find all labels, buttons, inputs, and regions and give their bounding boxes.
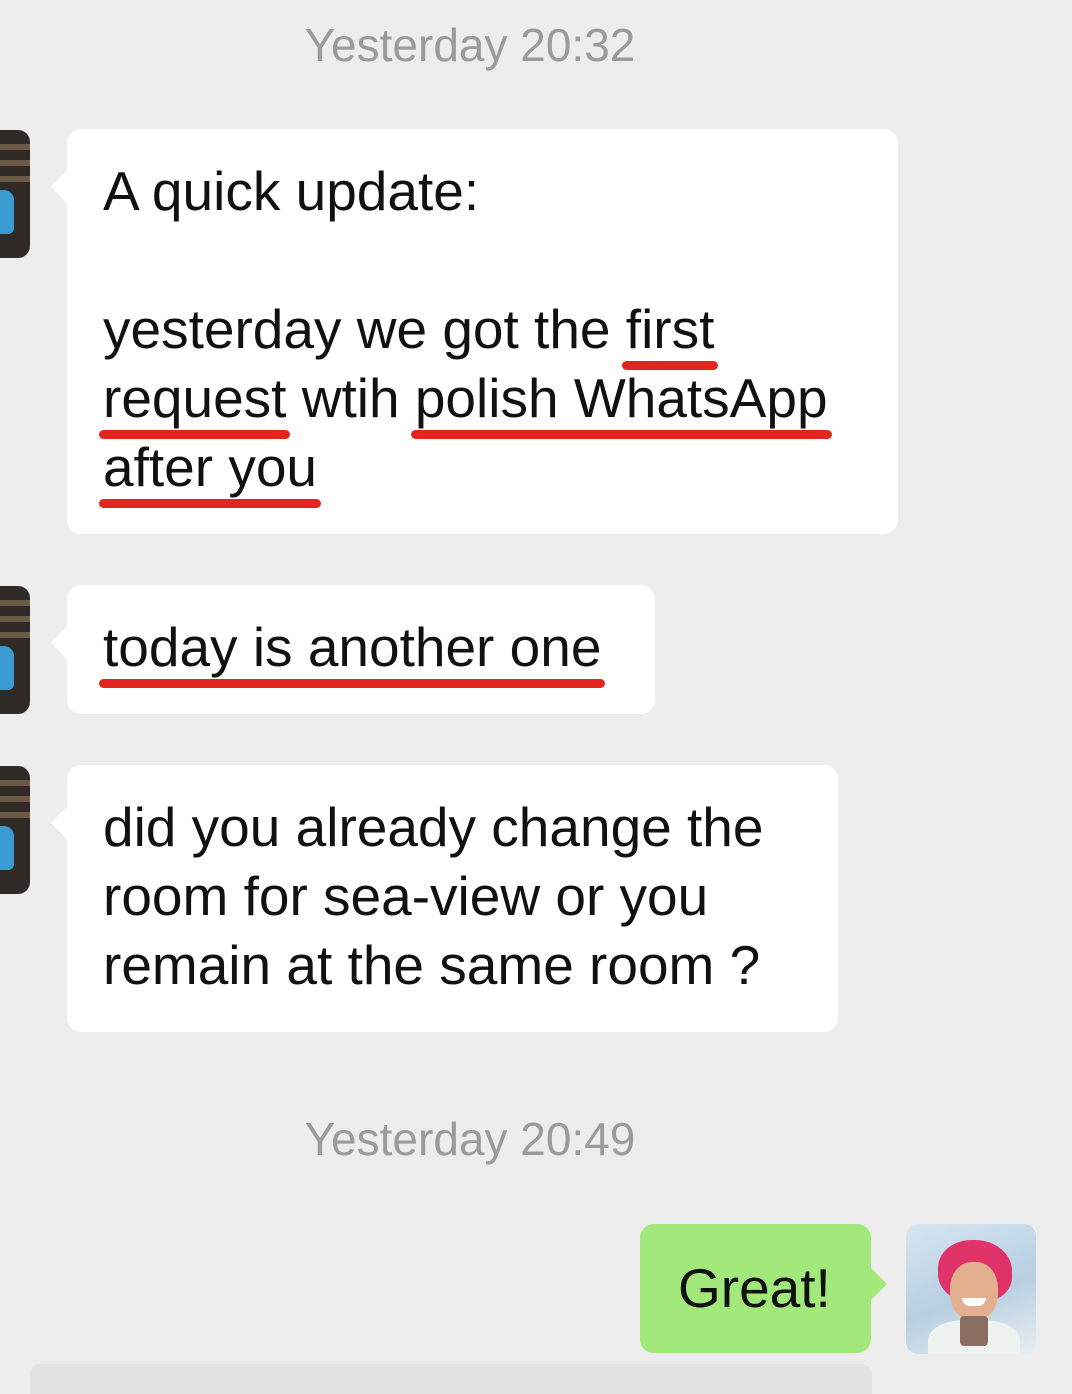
timestamp: Yesterday 20:32 [304,19,636,71]
message-text-line: yesterday we got the first [103,295,862,370]
message-text: wtih [286,367,415,429]
underlined-text: first [621,295,718,370]
underlined-text: polish WhatsApp [410,364,832,439]
underlined-text: after you [98,433,322,508]
underlined-text: request [98,364,291,439]
timestamp: Yesterday 20:49 [304,1113,636,1165]
message-bubble-outgoing[interactable]: Great! [640,1224,887,1353]
message-bubble-incoming[interactable]: did you already change the room for sea-… [51,765,838,1032]
message-bubble-incoming[interactable]: today is another one [51,585,655,714]
contact-avatar-icon[interactable] [0,586,30,714]
next-message-bubble-partial [30,1364,872,1394]
message-bubble-incoming[interactable]: A quick update: yesterday we got the fir… [51,129,898,534]
my-avatar-icon[interactable] [906,1224,1036,1354]
message-text-line: after you [98,433,862,508]
contact-avatar-icon[interactable] [0,130,30,258]
message-text: Great! [678,1257,831,1319]
contact-avatar-icon[interactable] [0,766,30,894]
message-text-line: A quick update: [103,160,480,222]
message-text-line: did you already change the [103,796,764,858]
underlined-text: today is another one [98,613,606,688]
message-text-line: request wtih polish WhatsApp [98,364,862,439]
message-text-line: room for sea-view or you [103,865,709,927]
message-text: yesterday we got the [103,298,626,360]
message-text-line: today is another one [98,613,619,688]
message-text-line: remain at the same room ? [103,934,761,996]
